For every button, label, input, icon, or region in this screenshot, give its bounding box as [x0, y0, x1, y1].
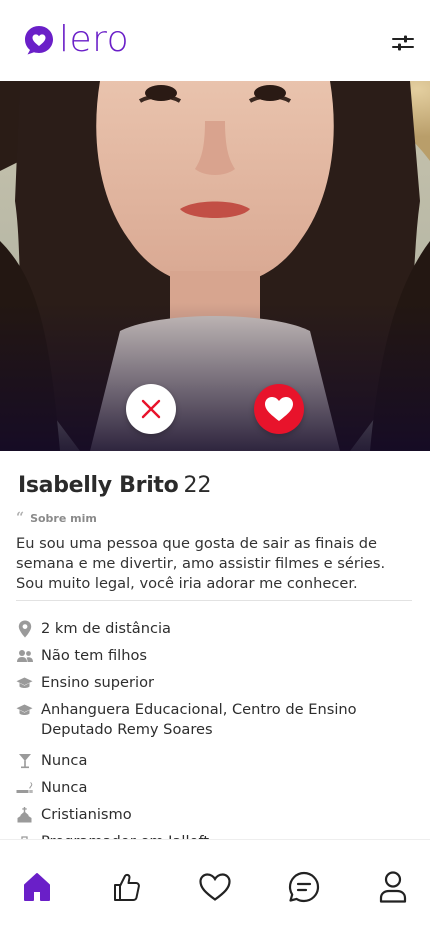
- graduation-cap-icon: [16, 700, 33, 720]
- nav-likes[interactable]: [109, 870, 143, 904]
- info-distance: 2 km de distância: [41, 620, 171, 637]
- profile-name: Isabelly Brito: [18, 473, 179, 498]
- profile-photo[interactable]: [0, 81, 430, 451]
- bottom-navigation: [0, 839, 430, 932]
- logo-text: lero: [59, 19, 130, 60]
- list-item: Nunca: [16, 751, 416, 771]
- info-education: Ensino superior: [41, 674, 155, 691]
- list-item: Nunca: [16, 778, 416, 798]
- list-item: Cristianismo: [16, 805, 416, 825]
- profile-icon: [379, 871, 407, 903]
- close-icon: [141, 399, 161, 419]
- nav-home[interactable]: [20, 870, 54, 904]
- home-icon: [24, 873, 50, 901]
- nav-profile[interactable]: [376, 870, 410, 904]
- divider: [16, 600, 412, 601]
- list-item: Anhanguera Educacional, Centro de Ensino…: [16, 700, 416, 740]
- drink-icon: [16, 751, 33, 771]
- profile-bio: Eu sou uma pessoa que gosta de sair as f…: [16, 535, 386, 592]
- app-header: lero: [0, 0, 430, 81]
- app-logo[interactable]: lero: [23, 20, 129, 60]
- smoking-icon: [16, 778, 33, 798]
- nav-messages[interactable]: [287, 870, 321, 904]
- heart-icon: [265, 397, 293, 421]
- like-button[interactable]: [254, 384, 304, 434]
- list-item: Não tem filhos: [16, 646, 416, 666]
- list-item: Ensino superior: [16, 673, 416, 693]
- info-smoking: Nunca: [41, 779, 88, 796]
- profile-photo-image: [0, 81, 430, 451]
- about-label: Sobre mim: [30, 511, 97, 525]
- people-icon: [16, 646, 33, 666]
- nav-matches[interactable]: [198, 870, 232, 904]
- location-pin-icon: [16, 619, 33, 639]
- sliders-icon: [392, 35, 414, 51]
- heart-outline-icon: [199, 873, 231, 901]
- church-icon: [16, 805, 33, 825]
- graduation-cap-icon: [16, 673, 33, 693]
- quote-icon: “: [16, 510, 25, 526]
- list-item: 2 km de distância: [16, 619, 416, 639]
- logo-heart-bubble-icon: [25, 26, 53, 55]
- chat-icon: [288, 871, 320, 903]
- dislike-button[interactable]: [126, 384, 176, 434]
- info-religion: Cristianismo: [41, 806, 132, 823]
- info-drinking: Nunca: [41, 752, 88, 769]
- profile-age: 22: [183, 473, 212, 498]
- about-heading: “ Sobre mim: [16, 510, 97, 526]
- name-row: Isabelly Brito 22: [18, 473, 211, 498]
- thumbs-up-icon: [114, 873, 140, 901]
- info-institution: Anhanguera Educacional, Centro de Ensino…: [41, 701, 357, 738]
- info-children: Não tem filhos: [41, 647, 148, 664]
- filter-button[interactable]: [388, 30, 418, 56]
